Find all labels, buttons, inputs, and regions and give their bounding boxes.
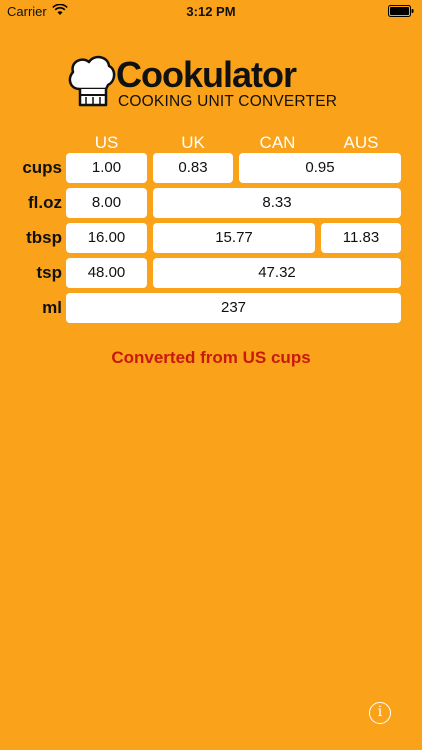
status-bar: Carrier 3:12 PM bbox=[0, 0, 422, 22]
row-label-floz: fl.oz bbox=[28, 193, 62, 212]
row-label-tsp: tsp bbox=[36, 263, 63, 282]
column-header-uk: UK bbox=[181, 133, 205, 152]
row-label-ml: ml bbox=[42, 298, 62, 317]
floz-uk-can-aus-field[interactable]: 8.33 bbox=[153, 188, 401, 218]
app-subtitle: COOKING UNIT CONVERTER bbox=[118, 93, 338, 110]
tbsp-us-field[interactable]: 16.00 bbox=[66, 223, 147, 253]
tbsp-uk-can-field[interactable]: 15.77 bbox=[153, 223, 315, 253]
column-header-aus: AUS bbox=[343, 133, 379, 152]
cups-us-field[interactable]: 1.00 bbox=[66, 153, 147, 183]
info-button[interactable]: i bbox=[369, 702, 391, 724]
tsp-uk-can-aus-field[interactable]: 47.32 bbox=[153, 258, 401, 288]
row-label-cups: cups bbox=[22, 158, 62, 177]
floz-us-field[interactable]: 8.00 bbox=[66, 188, 147, 218]
clock: 3:12 PM bbox=[186, 4, 236, 19]
column-header-us: US bbox=[94, 133, 119, 152]
tsp-us-field[interactable]: 48.00 bbox=[66, 258, 147, 288]
conversion-status-message: Converted from US cups bbox=[111, 348, 311, 367]
app-title: Cookulator bbox=[116, 54, 297, 95]
ml-field[interactable]: 237 bbox=[66, 293, 401, 323]
app-logo: Cookulator COOKING UNIT CONVERTER bbox=[66, 53, 361, 115]
column-header-can: CAN bbox=[259, 133, 296, 152]
battery-icon bbox=[388, 5, 414, 17]
row-label-tbsp: tbsp bbox=[26, 228, 62, 247]
cups-uk-field[interactable]: 0.83 bbox=[153, 153, 233, 183]
chef-hat-icon bbox=[68, 55, 116, 107]
cups-can-aus-field[interactable]: 0.95 bbox=[239, 153, 401, 183]
tbsp-aus-field[interactable]: 11.83 bbox=[321, 223, 401, 253]
